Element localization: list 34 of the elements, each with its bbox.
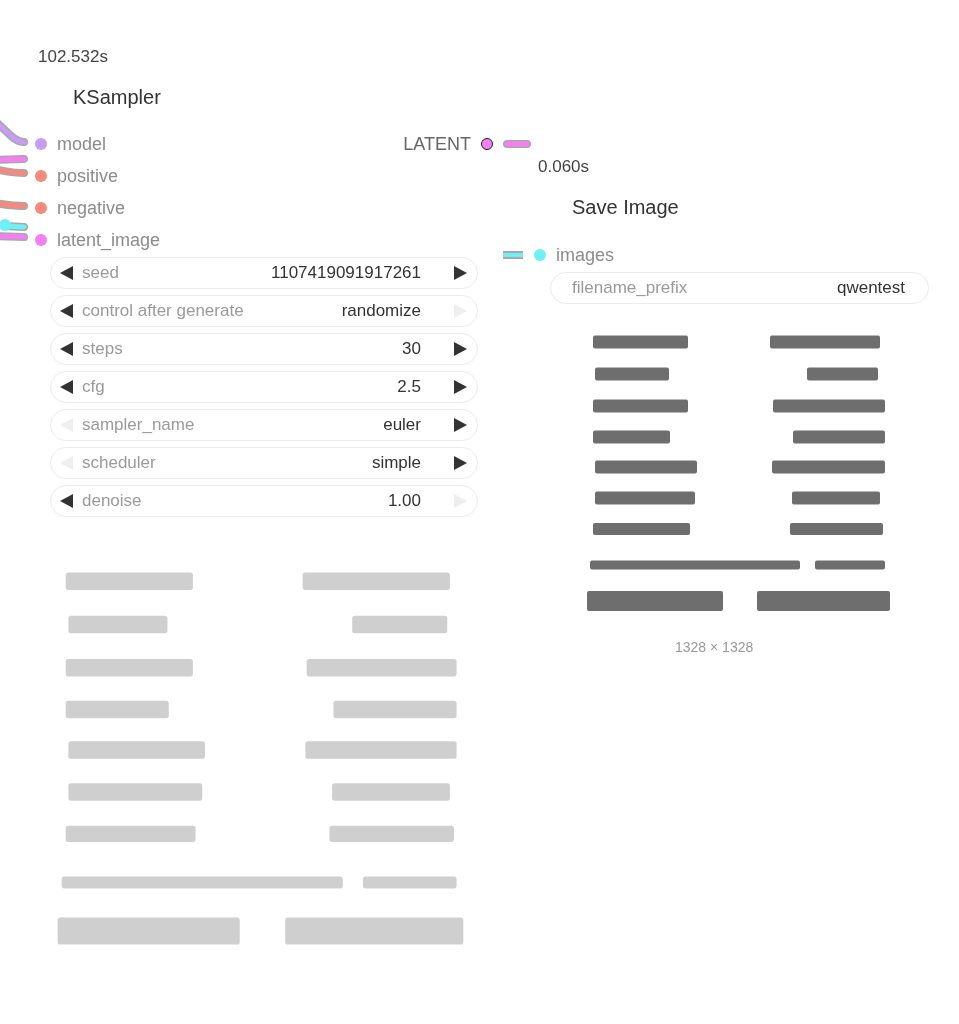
increment-arrow-icon[interactable] xyxy=(453,266,467,280)
node-title: Save Image xyxy=(572,195,679,220)
link-wire xyxy=(0,165,28,177)
node-title: KSampler xyxy=(73,85,161,110)
input-label: model xyxy=(57,133,107,155)
input-label: positive xyxy=(57,165,119,187)
increment-arrow-icon[interactable] xyxy=(453,418,467,432)
input-slot-dot-icon[interactable] xyxy=(35,234,47,246)
link-wire xyxy=(0,155,28,164)
input-label: negative xyxy=(57,197,126,219)
input-label: latent_image xyxy=(57,229,161,251)
execution-time: 0.060s xyxy=(538,156,590,178)
link-wire xyxy=(0,219,28,231)
increment-arrow-icon[interactable] xyxy=(453,456,467,470)
input-slot-dot-icon[interactable] xyxy=(35,170,47,182)
decrement-arrow-icon[interactable] xyxy=(60,380,74,394)
decrement-arrow-icon[interactable] xyxy=(60,342,74,356)
decrement-arrow-icon[interactable] xyxy=(60,266,74,280)
input-slot-dot-icon[interactable] xyxy=(534,249,546,261)
decrement-arrow-icon[interactable] xyxy=(60,494,74,508)
output-slot-dot-icon[interactable] xyxy=(481,138,493,150)
increment-arrow-icon[interactable] xyxy=(453,342,467,356)
output-label: LATENT xyxy=(403,133,471,155)
execution-time: 102.532s xyxy=(38,46,108,68)
input-slot-dot-icon[interactable] xyxy=(35,138,47,150)
link-wire xyxy=(503,140,531,148)
link-wire xyxy=(503,251,523,259)
input-label: images xyxy=(556,244,615,266)
increment-arrow-icon[interactable] xyxy=(453,380,467,394)
image-size-label: 1328 × 1328 xyxy=(675,639,754,655)
decrement-arrow-icon[interactable] xyxy=(60,304,74,318)
link-wire xyxy=(0,199,28,210)
input-slot-dot-icon[interactable] xyxy=(35,202,47,214)
link-wire xyxy=(0,232,28,241)
